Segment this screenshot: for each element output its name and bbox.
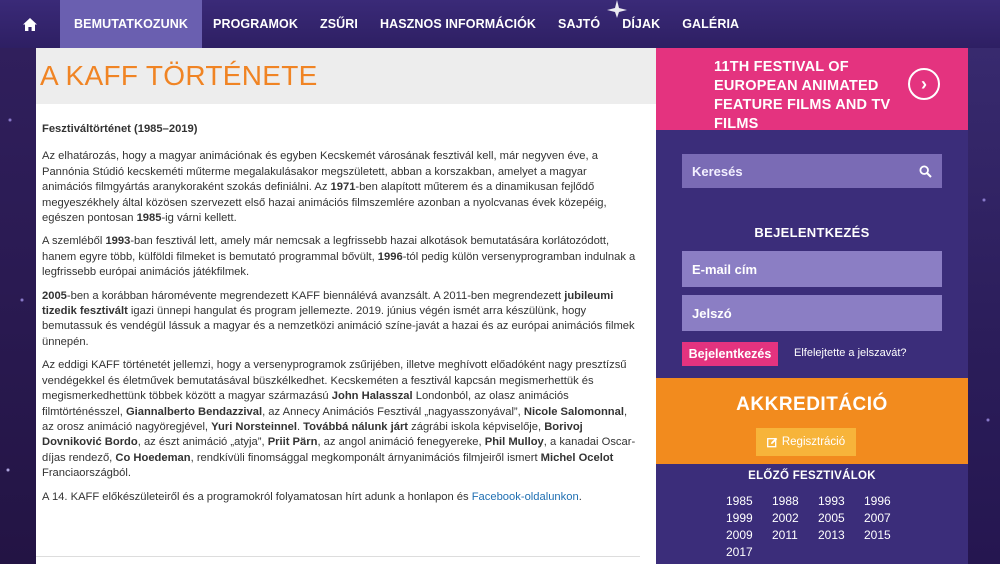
password-field-wrapper (682, 295, 942, 331)
background-right (968, 0, 1000, 564)
email-field-wrapper (682, 251, 942, 287)
forgot-password-link[interactable]: Elfelejtette a jelszavát? (794, 347, 907, 359)
paragraph-2: A szemléből 1993-ban fesztivál lett, ame… (42, 235, 636, 279)
accreditation-title: AKKREDITÁCIÓ (736, 394, 888, 415)
facebook-link[interactable]: Facebook-oldalunkon (472, 491, 579, 503)
previous-festivals-heading: ELŐZŐ FESZTIVÁLOK (748, 470, 876, 482)
nav-item-sajto[interactable]: SAJTÓ (547, 0, 611, 48)
chevron-right-icon[interactable]: › (908, 68, 940, 100)
article-subtitle: Fesztiváltörténet (1985–2019) (42, 123, 198, 135)
page-title-bar: A KAFF TÖRTÉNETE (36, 48, 656, 104)
search-input[interactable] (692, 163, 892, 179)
background-left (0, 0, 36, 564)
year-link[interactable]: 2002 (772, 511, 818, 526)
nav-item-bemutatkozunk[interactable]: BEMUTATKOZUNK (60, 0, 203, 48)
nav-item-hasznos-informaciok[interactable]: HASZNOS INFORMÁCIÓK (369, 0, 547, 48)
home-button[interactable] (0, 0, 60, 48)
paragraph-3: 2005-ben a korábban háromévente megrende… (42, 289, 635, 348)
year-link[interactable]: 1985 (726, 494, 772, 509)
registration-button[interactable]: Regisztráció (756, 428, 856, 456)
edit-icon (766, 437, 778, 447)
main-navigation: BEMUTATKOZUNK PROGRAMOK ZSŰRI HASZNOS IN… (0, 0, 1000, 48)
year-link[interactable]: 2013 (818, 528, 864, 543)
paragraph-5: A 14. KAFF előkészületeiről és a program… (42, 490, 582, 503)
paragraph-1: Az elhatározás, hogy a magyar animációna… (42, 150, 607, 225)
login-button[interactable]: Bejelentkezés (682, 342, 778, 366)
year-link[interactable]: 2007 (864, 511, 910, 526)
paragraph-4: Az eddigi KAFF történetét jellemzi, hogy… (42, 359, 636, 480)
year-link[interactable]: 2005 (818, 511, 864, 526)
search-box (682, 154, 942, 188)
year-link[interactable]: 2015 (864, 528, 910, 543)
year-link[interactable]: 1988 (772, 494, 818, 509)
article-body: Fesztiváltörténet (1985–2019) Az elhatár… (36, 104, 656, 505)
promo-text: 11TH FESTIVAL OF EUROPEAN ANIMATED FEATU… (714, 59, 891, 132)
nav-item-galeria[interactable]: GALÉRIA (671, 0, 750, 48)
year-link[interactable]: 1999 (726, 511, 772, 526)
previous-festivals-years: 1985 1988 1993 1996 1999 2002 2005 2007 … (726, 494, 916, 560)
year-link[interactable]: 1996 (864, 494, 910, 509)
year-link[interactable]: 1993 (818, 494, 864, 509)
festival-promo-banner[interactable]: 11TH FESTIVAL OF EUROPEAN ANIMATED FEATU… (656, 48, 968, 132)
nav-item-zsuri[interactable]: ZSŰRI (309, 0, 369, 48)
main-content: A KAFF TÖRTÉNETE Fesztiváltörténet (1985… (36, 48, 656, 564)
email-field[interactable] (692, 261, 932, 277)
year-link[interactable]: 2017 (726, 545, 772, 560)
password-field[interactable] (692, 305, 932, 321)
star-logo-icon (607, 0, 627, 18)
sidebar: 11TH FESTIVAL OF EUROPEAN ANIMATED FEATU… (656, 48, 968, 564)
search-icon[interactable] (919, 164, 932, 178)
content-divider (36, 556, 640, 557)
year-link[interactable]: 2009 (726, 528, 772, 543)
accreditation-section: AKKREDITÁCIÓ Regisztráció (656, 378, 968, 464)
nav-item-programok[interactable]: PROGRAMOK (202, 0, 309, 48)
year-link[interactable]: 2011 (772, 528, 818, 543)
page-title: A KAFF TÖRTÉNETE (40, 60, 318, 91)
login-heading: BEJELENTKEZÉS (754, 225, 870, 240)
registration-label: Regisztráció (781, 436, 846, 448)
home-icon (23, 17, 37, 31)
